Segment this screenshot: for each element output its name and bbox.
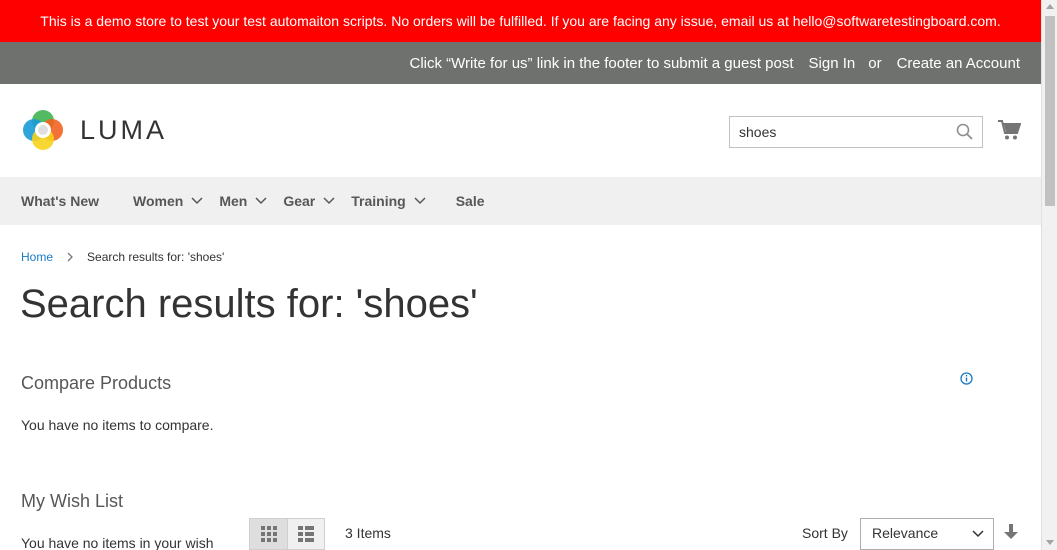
nav-item-gear[interactable]: Gear <box>283 193 335 209</box>
nav-label: Women <box>133 193 184 209</box>
breadcrumb: Home Search results for: 'shoes' <box>21 250 224 264</box>
site-header: LUMA shoes <box>0 84 1041 177</box>
sort-by-label: Sort By <box>802 525 848 541</box>
search-value: shoes <box>739 124 777 140</box>
list-icon <box>298 526 314 542</box>
wishlist-empty-text: You have no items in your wish <box>21 535 214 550</box>
grid-view-button[interactable] <box>249 518 288 550</box>
sort-by-select[interactable]: Relevance <box>860 518 994 550</box>
main-navigation: What's New Women Men Gear Training Sale <box>0 177 1041 225</box>
grid-icon <box>260 526 277 542</box>
compare-products-title: Compare Products <box>21 373 172 393</box>
guest-post-link[interactable]: Click “Write for us” link in the footer … <box>409 55 793 72</box>
nav-item-men[interactable]: Men <box>219 193 267 209</box>
nav-item-women[interactable]: Women <box>133 193 203 209</box>
info-icon[interactable] <box>960 372 973 385</box>
breadcrumb-home-link[interactable]: Home <box>21 250 53 264</box>
sort-by-value: Relevance <box>872 525 939 541</box>
cart-icon[interactable] <box>997 119 1021 141</box>
create-account-link[interactable]: Create an Account <box>897 55 1020 72</box>
luma-logo-icon <box>23 110 63 150</box>
toolbar-amount: 3 Items <box>345 525 391 541</box>
chevron-right-icon <box>67 252 73 262</box>
demo-notice-text: This is a demo store to test your test a… <box>40 13 1001 29</box>
sign-in-link[interactable]: Sign In <box>809 55 856 72</box>
chevron-down-icon <box>255 197 267 205</box>
page-title: Search results for: 'shoes' <box>20 282 478 326</box>
search-icon[interactable] <box>956 123 974 141</box>
scrollbar-thumb[interactable] <box>1045 16 1055 206</box>
nav-item-sale[interactable]: Sale <box>456 193 485 209</box>
list-view-button[interactable] <box>287 518 325 550</box>
logo-text: LUMA <box>80 114 168 145</box>
nav-item-whats-new[interactable]: What's New <box>21 193 99 209</box>
chevron-down-icon <box>323 197 335 205</box>
nav-label: What's New <box>21 193 100 209</box>
scroll-up-icon[interactable] <box>1046 4 1054 9</box>
logo-link[interactable]: LUMA <box>20 107 167 153</box>
nav-label: Gear <box>283 193 316 209</box>
nav-label: Training <box>351 193 406 209</box>
chevron-down-icon <box>972 530 984 538</box>
compare-empty-text: You have no items to compare. <box>21 417 214 433</box>
nav-item-training[interactable]: Training <box>351 193 426 209</box>
header-panel: Click “Write for us” link in the footer … <box>0 42 1041 84</box>
sort-direction-icon[interactable] <box>1004 524 1018 540</box>
wishlist-title: My Wish List <box>21 491 124 511</box>
nav-label: Sale <box>455 193 485 209</box>
search-input[interactable]: shoes <box>729 116 983 148</box>
or-text: or <box>868 54 882 72</box>
page-scrollbar[interactable] <box>1041 0 1057 550</box>
nav-label: Men <box>219 193 248 209</box>
chevron-down-icon <box>191 197 203 205</box>
demo-notice-bar: This is a demo store to test your test a… <box>0 0 1041 42</box>
breadcrumb-current: Search results for: 'shoes' <box>87 250 225 264</box>
scroll-down-icon[interactable] <box>1046 540 1054 545</box>
chevron-down-icon <box>414 197 426 205</box>
